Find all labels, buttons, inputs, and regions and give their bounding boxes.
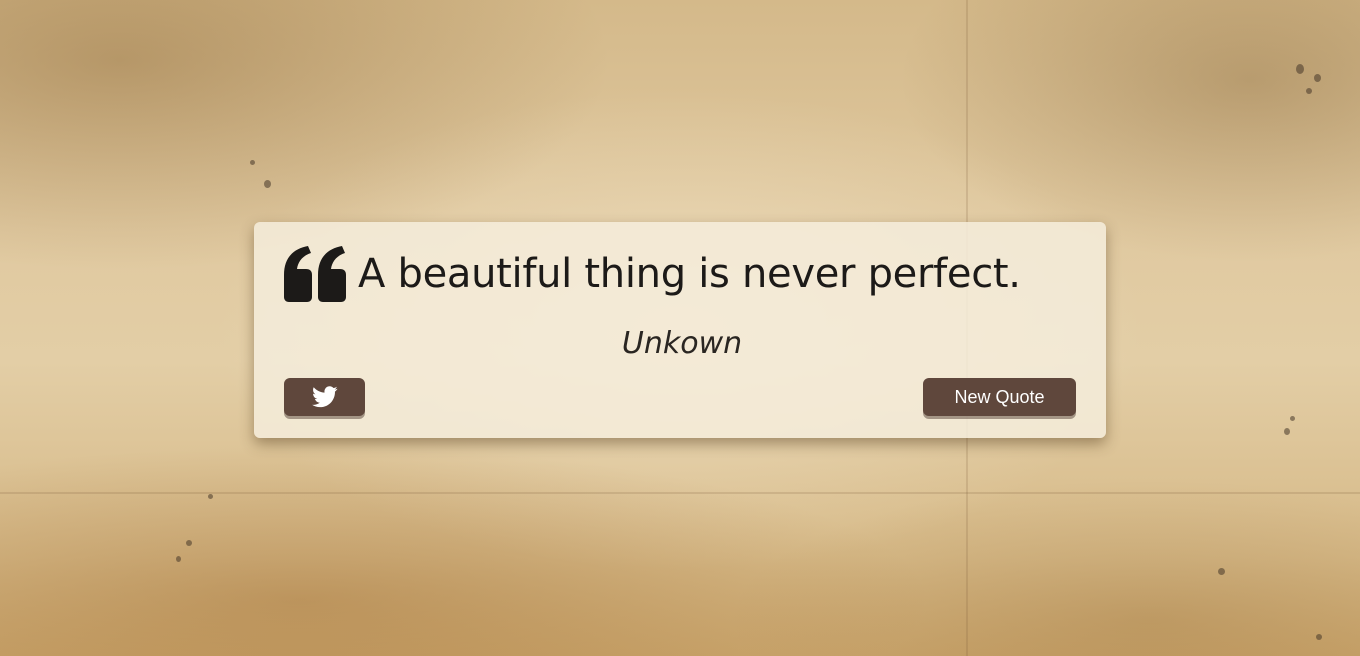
paper-stain [1290, 416, 1295, 421]
quote-row: A beautiful thing is never perfect. [282, 244, 1082, 304]
paper-stain [1314, 74, 1321, 82]
paper-stain [1306, 88, 1312, 94]
quote-text: A beautiful thing is never perfect. [358, 251, 1021, 297]
paper-stain [264, 180, 271, 188]
paper-stain [208, 494, 213, 499]
paper-crease [0, 492, 1360, 494]
new-quote-button[interactable]: New Quote [923, 378, 1076, 416]
paper-stain [176, 556, 181, 562]
paper-stain [186, 540, 192, 546]
twitter-icon [311, 386, 338, 408]
paper-stain [1284, 428, 1290, 435]
page-background: { "quote": { "icon": "quote-left-icon", … [0, 0, 1360, 656]
quote-left-icon [284, 246, 346, 302]
paper-stain [250, 160, 255, 165]
paper-stain [1218, 568, 1225, 575]
tweet-button[interactable] [284, 378, 365, 416]
paper-stain [1316, 634, 1322, 640]
paper-stain [1296, 64, 1304, 74]
quote-author: Unkown [621, 326, 743, 361]
quote-card: A beautiful thing is never perfect. Unko… [254, 222, 1106, 438]
